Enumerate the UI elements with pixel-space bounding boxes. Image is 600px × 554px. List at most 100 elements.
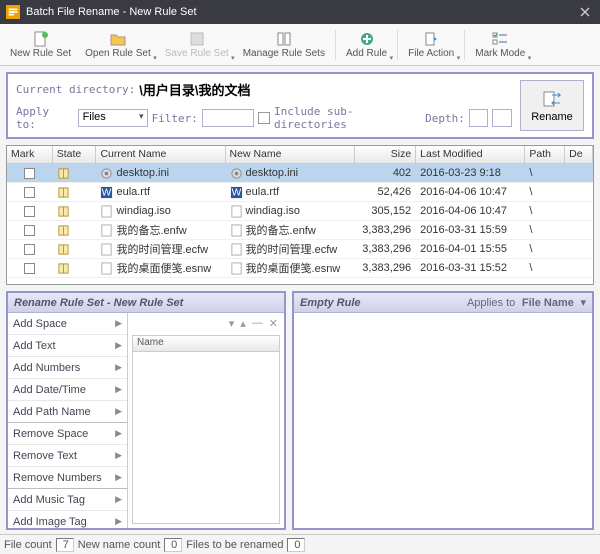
depth-input[interactable] (469, 109, 489, 127)
current-name: 我的桌面便笺.esnw (96, 259, 225, 277)
filter-input[interactable] (202, 109, 254, 127)
chevron-down-icon: ▾ (457, 54, 461, 62)
filter-pane: Current directory: \用户目录\我的文档 Apply to: … (6, 72, 594, 139)
state-icon (53, 242, 97, 257)
rule-set-title: Rename Rule Set - New Rule Set (14, 297, 183, 309)
include-sub-checkbox[interactable] (258, 112, 270, 124)
col-size[interactable]: Size (355, 146, 417, 163)
rule-title: Empty Rule (300, 297, 361, 309)
file-action-button[interactable]: File Action▾ (402, 26, 460, 64)
rule-category[interactable]: Remove Numbers▶ (8, 467, 127, 489)
rule-category[interactable]: Add Date/Time▶ (8, 379, 127, 401)
close-button[interactable] (576, 3, 594, 21)
filter-label: Filter: (152, 112, 198, 125)
new-name: 我的时间管理.ecfw (226, 240, 355, 258)
col-new[interactable]: New Name (226, 146, 355, 163)
chevron-down-icon: ▾ (153, 54, 157, 62)
add-rule-button[interactable]: Add Rule▾ (340, 26, 393, 64)
rule-category[interactable]: Add Numbers▶ (8, 357, 127, 379)
separator (397, 30, 398, 60)
rule-category[interactable]: Add Music Tag▶ (8, 489, 127, 511)
col-modified[interactable]: Last Modified (416, 146, 525, 163)
grid-header: Mark State Current Name New Name Size La… (7, 146, 593, 164)
current-dir-value: \用户目录\我的文档 (139, 80, 250, 99)
row-checkbox[interactable] (24, 206, 35, 217)
new-name: 我的备忘.enfw (226, 221, 355, 239)
app-icon (6, 5, 20, 19)
modified: 2016-04-06 10:47 (416, 204, 525, 218)
col-de[interactable]: De (565, 146, 593, 163)
close-icon (580, 7, 590, 17)
manage-icon (276, 31, 292, 47)
rule-detail-body (294, 313, 592, 528)
row-checkbox[interactable] (24, 263, 35, 274)
col-state[interactable]: State (53, 146, 97, 163)
modified: 2016-04-01 15:55 (416, 242, 525, 256)
chevron-right-icon: ▶ (115, 472, 122, 483)
rule-category[interactable]: Add Image Tag▶ (8, 511, 127, 528)
modified: 2016-03-23 9:18 (416, 166, 525, 180)
rename-icon (542, 89, 562, 109)
svg-text:W: W (102, 187, 112, 198)
path: \ (525, 204, 565, 218)
new-name-count-value: 0 (164, 538, 182, 552)
open-rule-set-button[interactable]: Open Rule Set▾ (79, 26, 157, 64)
up-icon[interactable]: ▾ (229, 317, 235, 333)
down-icon[interactable]: ▴ (240, 317, 246, 333)
rule-category[interactable]: Add Path Name▶ (8, 401, 127, 423)
modified: 2016-04-06 10:47 (416, 185, 525, 199)
rule-list-header: Name (133, 336, 279, 352)
path: \ (525, 261, 565, 275)
current-dir-label: Current directory: (16, 83, 135, 96)
state-icon (53, 185, 97, 200)
path: \ (525, 185, 565, 199)
rule-category[interactable]: Add Space▶ (8, 313, 127, 335)
new-name: windiag.iso (226, 204, 355, 219)
row-checkbox[interactable] (24, 225, 35, 236)
minus-icon[interactable]: — (252, 317, 263, 333)
to-rename-value: 0 (287, 538, 305, 552)
rule-category[interactable]: Remove Text▶ (8, 445, 127, 467)
status-bar: File count 7 New name count 0 Files to b… (0, 534, 600, 554)
table-row[interactable]: Weula.rtfWeula.rtf52,4262016-04-06 10:47… (7, 183, 593, 202)
chevron-down-icon: ▾ (390, 54, 394, 62)
rule-category[interactable]: Add Text▶ (8, 335, 127, 357)
modified: 2016-03-31 15:52 (416, 261, 525, 275)
col-mark[interactable]: Mark (7, 146, 53, 163)
mark-mode-button[interactable]: Mark Mode▾ (469, 26, 531, 64)
current-name: windiag.iso (96, 204, 225, 219)
col-path[interactable]: Path (525, 146, 565, 163)
rename-button[interactable]: Rename (520, 80, 584, 131)
row-checkbox[interactable] (24, 168, 35, 179)
current-name: 我的备忘.enfw (96, 221, 225, 239)
modified: 2016-03-31 15:59 (416, 223, 525, 237)
manage-rule-sets-button[interactable]: Manage Rule Sets (237, 26, 331, 64)
current-name: Weula.rtf (96, 185, 225, 200)
table-row[interactable]: 我的桌面便笺.esnw我的桌面便笺.esnw3,383,2962016-03-3… (7, 259, 593, 278)
col-current[interactable]: Current Name (96, 146, 225, 163)
size: 3,383,296 (355, 223, 417, 237)
table-row[interactable]: desktop.inidesktop.ini4022016-03-23 9:18… (7, 164, 593, 183)
state-icon (53, 261, 97, 276)
chevron-right-icon: ▶ (115, 362, 122, 373)
file-count-label: File count (4, 539, 52, 551)
depth-extra-input[interactable] (492, 109, 512, 127)
row-checkbox[interactable] (24, 244, 35, 255)
chevron-down-icon[interactable]: ▾ (580, 297, 586, 309)
save-rule-set-button[interactable]: Save Rule Set▾ (159, 26, 235, 64)
file-action-icon (423, 31, 439, 47)
new-name: Weula.rtf (226, 185, 355, 200)
new-name: desktop.ini (226, 166, 355, 181)
row-checkbox[interactable] (24, 187, 35, 198)
table-row[interactable]: 我的时间管理.ecfw我的时间管理.ecfw3,383,2962016-04-0… (7, 240, 593, 259)
rule-list[interactable]: Name (132, 335, 280, 524)
new-rule-set-button[interactable]: New Rule Set (4, 26, 77, 64)
rule-detail-panel: Empty Rule Applies to File Name ▾ (292, 291, 594, 530)
table-row[interactable]: windiag.isowindiag.iso305,1522016-04-06 … (7, 202, 593, 221)
plus-icon (359, 31, 375, 47)
rule-category[interactable]: Remove Space▶ (8, 423, 127, 445)
apply-to-select[interactable]: Files (78, 109, 148, 127)
delete-icon[interactable]: ✕ (269, 317, 278, 333)
table-row[interactable]: 我的备忘.enfw我的备忘.enfw3,383,2962016-03-31 15… (7, 221, 593, 240)
separator (335, 30, 336, 60)
